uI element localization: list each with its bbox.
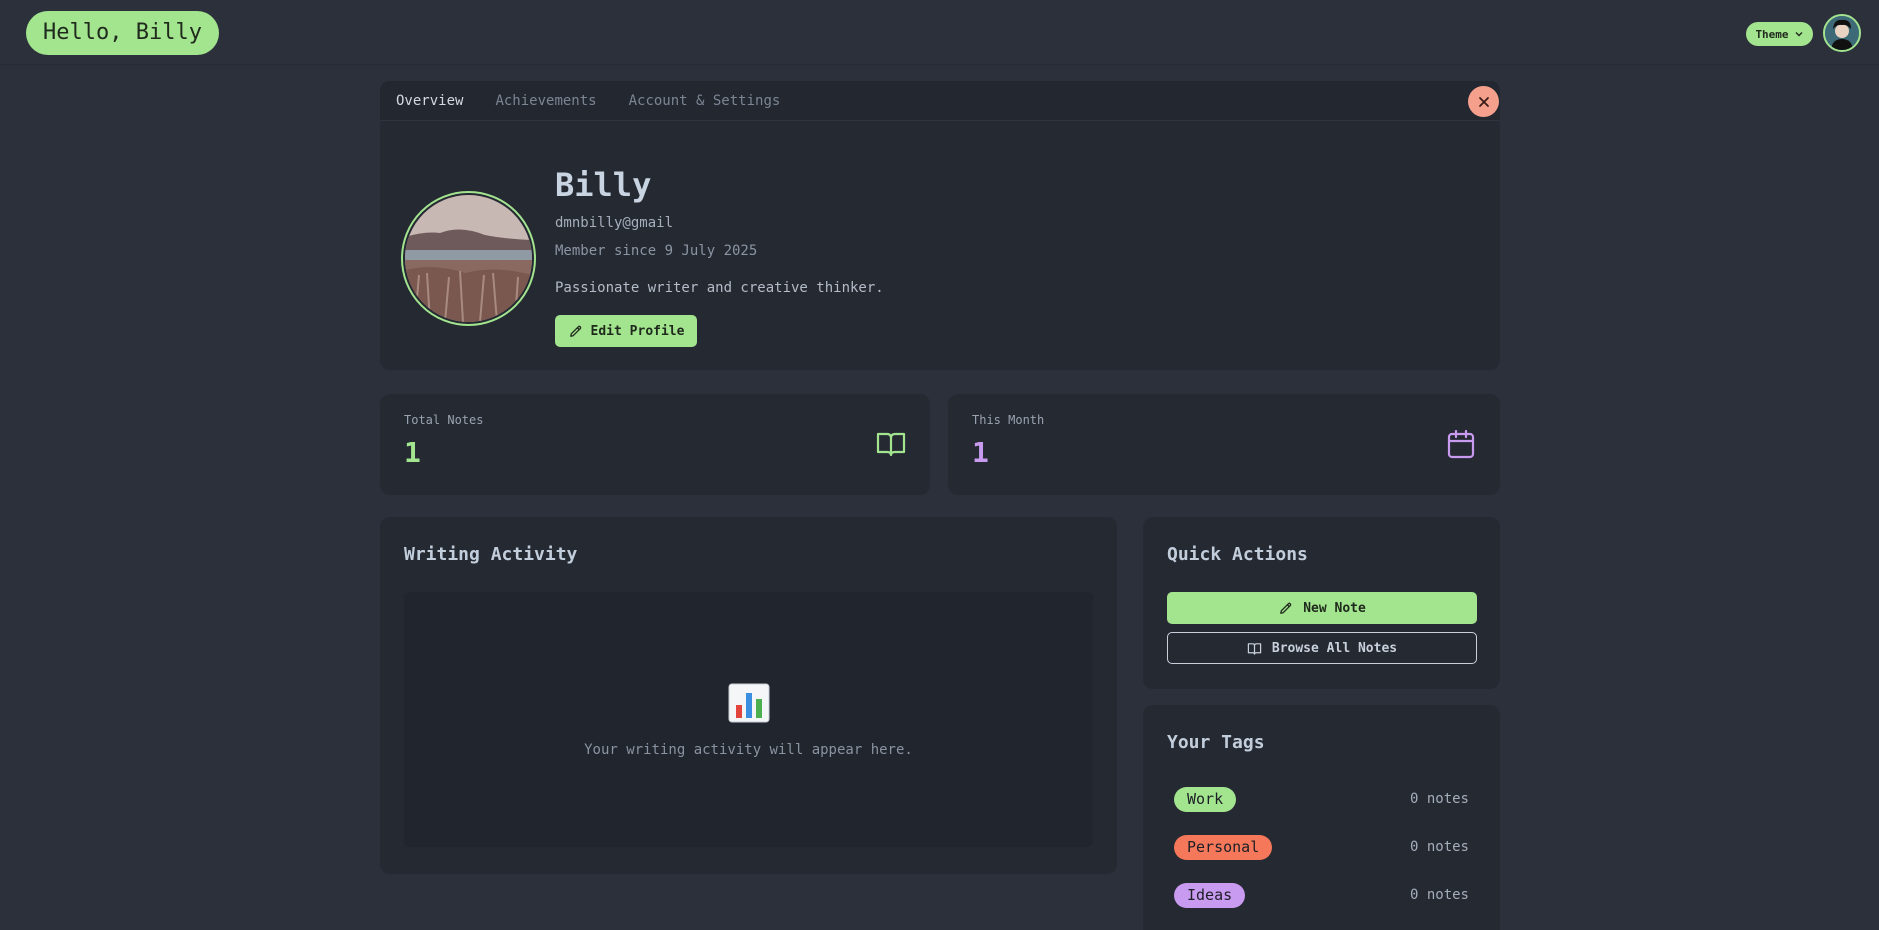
tag-pill[interactable]: Personal (1174, 834, 1273, 860)
tag-row-work[interactable]: Work 0 notes (1174, 786, 1469, 812)
activity-chart-area: Your writing activity will appear here. (404, 592, 1093, 847)
tab-account-settings[interactable]: Account & Settings (629, 93, 781, 109)
pencil-icon (569, 325, 581, 337)
new-note-label: New Note (1303, 600, 1366, 616)
tag-pill[interactable]: Ideas (1174, 882, 1246, 908)
profile-bio: Passionate writer and creative thinker. (555, 280, 884, 296)
close-button[interactable] (1468, 86, 1499, 117)
theme-label: Theme (1755, 27, 1789, 41)
user-avatar[interactable] (1823, 14, 1861, 52)
tab-overview[interactable]: Overview (396, 93, 463, 109)
pencil-icon (1280, 602, 1292, 614)
your-tags-title: Your Tags (1167, 732, 1265, 753)
profile-name: Billy (555, 166, 652, 204)
tag-pill[interactable]: Work (1174, 786, 1237, 812)
tag-row-personal[interactable]: Personal 0 notes (1174, 834, 1469, 860)
total-notes-card: Total Notes 1 (380, 394, 930, 495)
close-icon (1478, 96, 1489, 107)
header-divider (0, 64, 1879, 65)
total-notes-value: 1 (404, 436, 421, 469)
theme-dropdown-button[interactable]: Theme (1746, 22, 1813, 46)
edit-profile-button[interactable]: Edit Profile (555, 315, 697, 347)
quick-actions-card: Quick Actions New Note Browse All Notes (1143, 517, 1500, 689)
profile-email: dmnbilly@gmail (555, 215, 674, 231)
greeting-badge: Hello, Billy (26, 11, 219, 55)
quick-actions-title: Quick Actions (1167, 544, 1308, 565)
writing-activity-title: Writing Activity (404, 544, 578, 565)
tag-count: 0 notes (1409, 839, 1469, 855)
chevron-down-icon (1795, 32, 1803, 37)
tab-achievements[interactable]: Achievements (495, 93, 596, 109)
edit-profile-label: Edit Profile (590, 323, 685, 339)
member-since: Member since 9 July 2025 (555, 243, 758, 259)
profile-tabs: Overview Achievements Account & Settings (380, 81, 1500, 121)
activity-empty-text: Your writing activity will appear here. (584, 742, 913, 758)
this-month-card: This Month 1 (948, 394, 1500, 495)
tag-count: 0 notes (1409, 791, 1469, 807)
browse-all-notes-label: Browse All Notes (1271, 640, 1398, 656)
this-month-label: This Month (972, 413, 1045, 427)
browse-all-notes-button[interactable]: Browse All Notes (1167, 632, 1477, 664)
your-tags-card: Your Tags Work 0 notes Personal 0 notes … (1143, 705, 1500, 930)
total-notes-label: Total Notes (404, 413, 484, 427)
tag-row-ideas[interactable]: Ideas 0 notes (1174, 882, 1469, 908)
tag-count: 0 notes (1409, 887, 1469, 903)
profile-card: Overview Achievements Account & Settings (380, 81, 1500, 370)
bar-chart-icon (404, 683, 1093, 723)
book-open-icon (1247, 642, 1262, 655)
calendar-icon (1447, 429, 1475, 459)
writing-activity-card: Writing Activity Your writing activity w… (380, 517, 1117, 874)
this-month-value: 1 (972, 436, 989, 469)
book-open-icon (876, 432, 906, 457)
new-note-button[interactable]: New Note (1167, 592, 1477, 624)
profile-avatar (401, 191, 536, 326)
